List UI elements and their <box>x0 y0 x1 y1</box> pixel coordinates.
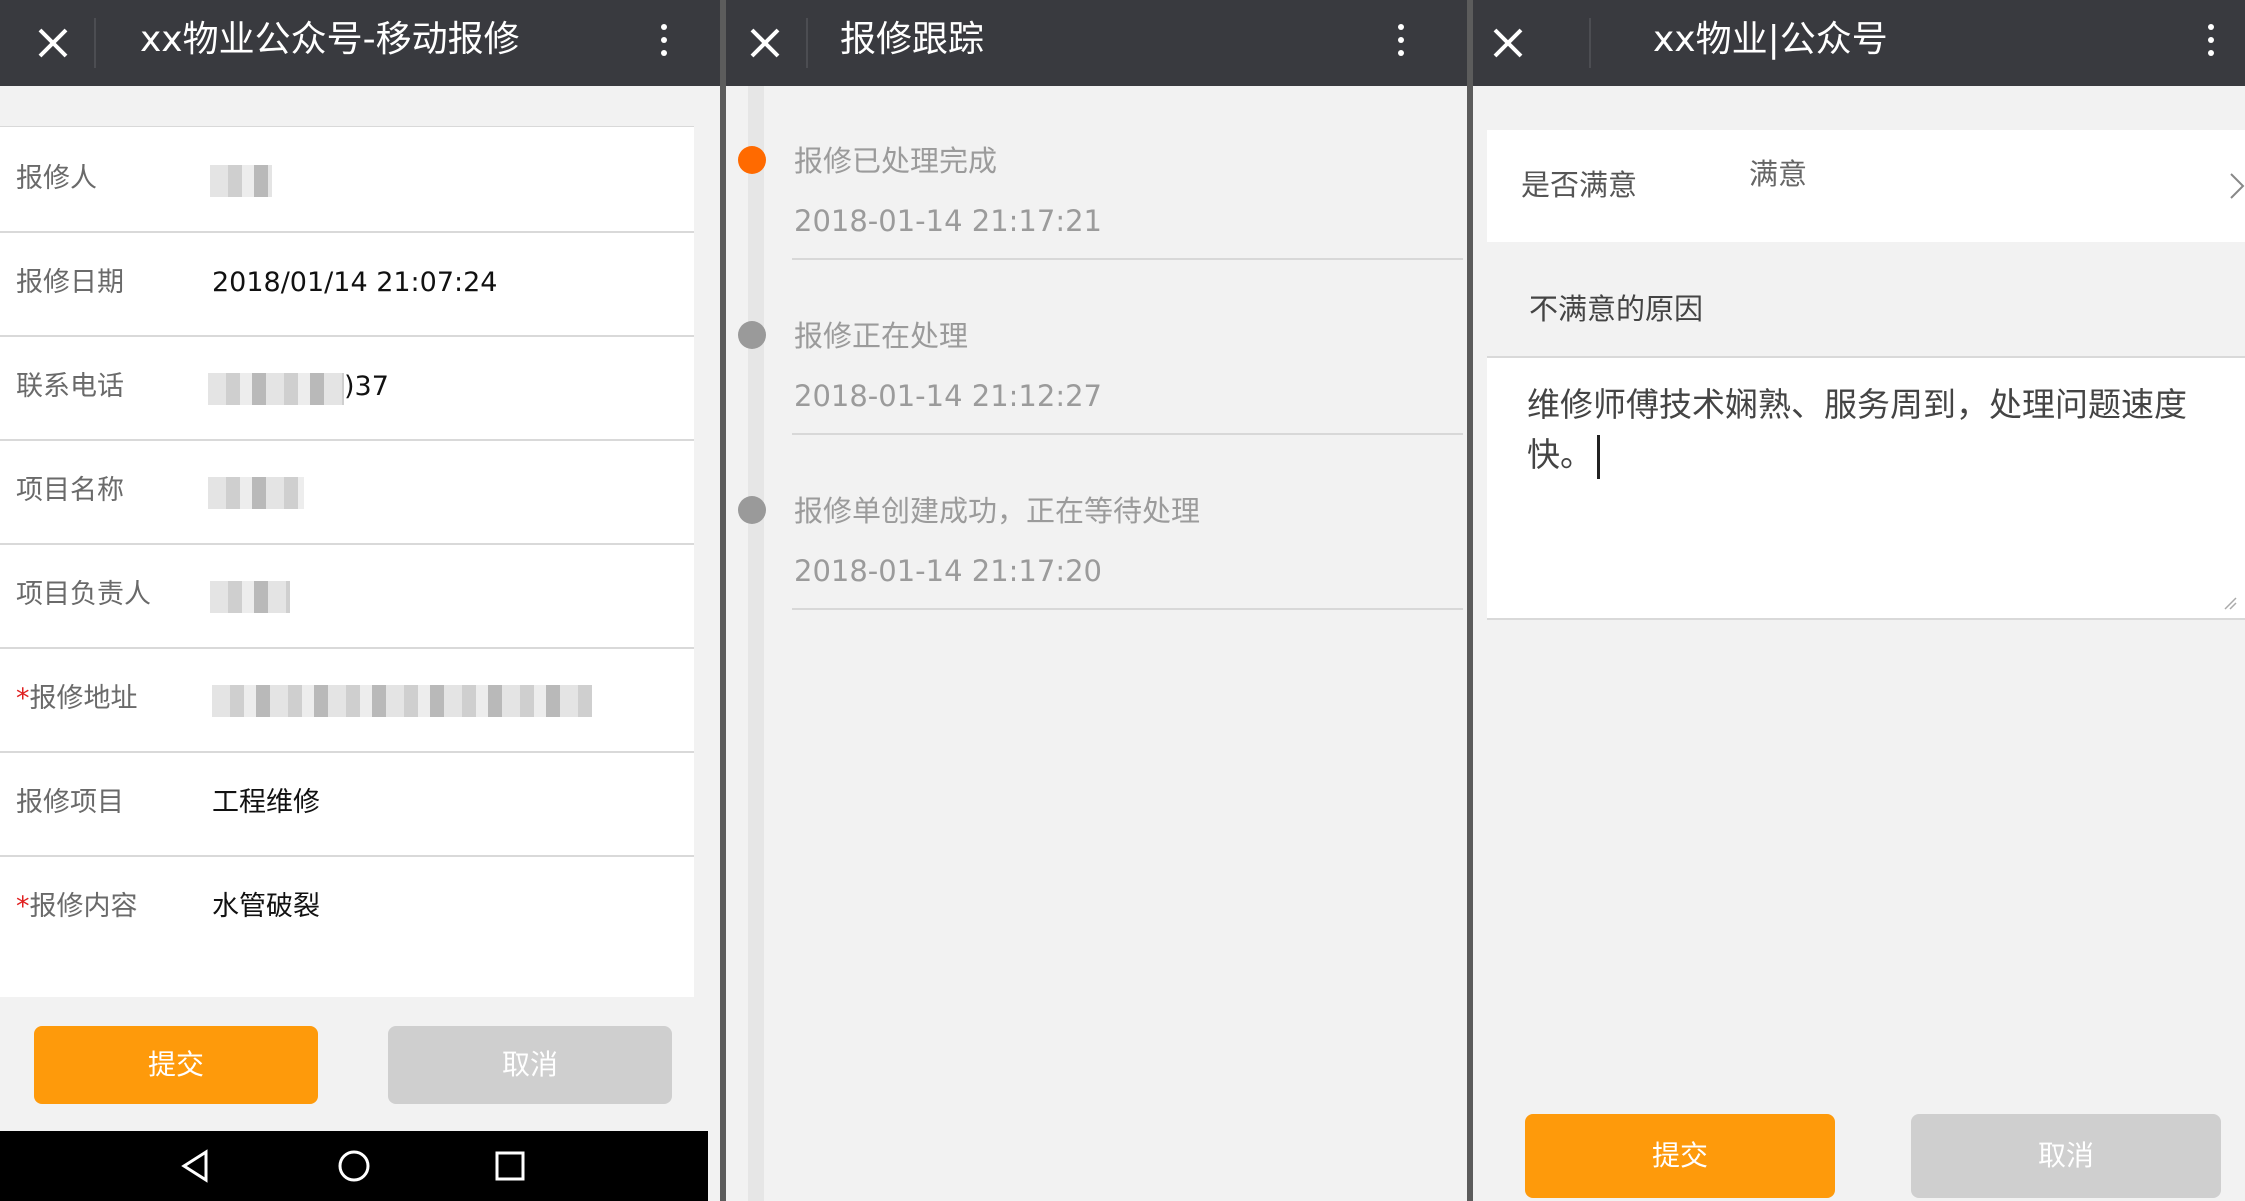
field-label: 报修项目 <box>16 787 124 818</box>
timeline-time: 2018-01-14 21:17:21 <box>794 204 1102 238</box>
field-project-name[interactable]: 项目名称 <box>0 439 694 545</box>
timeline-dot-active <box>738 146 766 174</box>
submit-button[interactable]: 提交 <box>1525 1114 1835 1198</box>
field-label: 联系电话 <box>16 371 124 402</box>
timeline-divider <box>792 433 1463 435</box>
field-label: *报修内容 <box>16 891 138 922</box>
page-title: xx物业|公众号 <box>1653 19 1888 60</box>
field-label: *报修地址 <box>16 683 138 714</box>
redacted-value <box>208 373 344 405</box>
field-label: 报修日期 <box>16 267 124 298</box>
field-label: 报修人 <box>16 163 97 194</box>
cancel-button[interactable]: 取消 <box>1911 1114 2221 1198</box>
title-separator <box>806 18 808 68</box>
redacted-value <box>212 685 592 717</box>
redacted-value <box>210 581 290 613</box>
field-value: 2018/01/14 21:07:24 <box>212 267 498 298</box>
reason-label: 不满意的原因 <box>1529 292 1704 326</box>
android-nav-bar <box>0 1131 708 1201</box>
recents-square-icon[interactable] <box>490 1146 530 1186</box>
page-title: xx物业公众号-移动报修 <box>140 19 520 60</box>
timeline-divider <box>792 258 1463 260</box>
timeline-item: 报修正在处理 2018-01-14 21:12:27 <box>726 301 1467 476</box>
field-repair-date[interactable]: 报修日期 2018/01/14 21:07:24 <box>0 231 694 337</box>
field-value: )37 <box>344 371 389 402</box>
reason-text: 维修师傅技术娴熟、服务周到，处理问题速度快。 <box>1527 380 2227 480</box>
close-icon[interactable] <box>28 18 78 68</box>
field-repair-item[interactable]: 报修项目 工程维修 <box>0 751 694 857</box>
repair-form: 报修人 报修日期 2018/01/14 21:07:24 联系电话 )37 项目… <box>0 126 694 997</box>
field-label: 项目负责人 <box>16 579 151 610</box>
close-icon[interactable] <box>1483 18 1533 68</box>
required-mark: * <box>16 891 30 922</box>
field-reporter[interactable]: 报修人 <box>0 127 694 233</box>
tracking-panel: 报修跟踪 报修已处理完成 2018-01-14 21:17:21 报修正在处理 … <box>726 0 1467 1201</box>
cancel-button[interactable]: 取消 <box>388 1026 672 1104</box>
field-project-manager[interactable]: 项目负责人 <box>0 543 694 649</box>
resize-handle-icon[interactable] <box>2223 596 2237 610</box>
timeline-divider <box>792 608 1463 610</box>
satisfaction-label: 是否满意 <box>1521 168 1638 202</box>
redacted-value <box>210 165 272 197</box>
timeline-status: 报修正在处理 <box>794 319 969 353</box>
satisfaction-value: 满意 <box>1749 157 1808 191</box>
feedback-panel: xx物业|公众号 是否满意 满意 不满意的原因 维修师傅技术娴熟、服务周到，处理… <box>1473 0 2245 1201</box>
timeline-status: 报修已处理完成 <box>794 144 998 178</box>
more-icon[interactable] <box>2203 18 2219 68</box>
field-value: 水管破裂 <box>212 891 320 922</box>
timeline-status: 报修单创建成功，正在等待处理 <box>794 494 1201 528</box>
timeline-time: 2018-01-14 21:17:20 <box>794 554 1102 588</box>
title-bar: xx物业|公众号 <box>1473 0 2245 86</box>
reason-textarea[interactable]: 维修师傅技术娴熟、服务周到，处理问题速度快。 <box>1487 356 2245 620</box>
timeline-time: 2018-01-14 21:12:27 <box>794 379 1102 413</box>
title-separator <box>94 18 96 68</box>
title-bar: xx物业公众号-移动报修 <box>0 0 720 86</box>
required-mark: * <box>16 683 30 714</box>
satisfaction-select[interactable]: 是否满意 满意 <box>1487 130 2245 242</box>
field-label: 项目名称 <box>16 475 124 506</box>
home-circle-icon[interactable] <box>334 1146 374 1186</box>
field-repair-content[interactable]: *报修内容 水管破裂 <box>0 855 694 959</box>
title-separator <box>1589 18 1591 68</box>
close-icon[interactable] <box>740 18 790 68</box>
timeline-item: 报修已处理完成 2018-01-14 21:17:21 <box>726 126 1467 301</box>
text-cursor <box>1597 434 1600 479</box>
field-address[interactable]: *报修地址 <box>0 647 694 753</box>
page-title: 报修跟踪 <box>840 19 985 60</box>
title-bar: 报修跟踪 <box>726 0 1467 86</box>
repair-form-panel: xx物业公众号-移动报修 报修人 报修日期 2018/01/14 21:07:2… <box>0 0 720 1201</box>
more-icon[interactable] <box>656 18 672 68</box>
more-icon[interactable] <box>1393 18 1409 68</box>
chevron-right-icon <box>2230 173 2245 199</box>
back-triangle-icon[interactable] <box>176 1146 216 1186</box>
field-phone[interactable]: 联系电话 )37 <box>0 335 694 441</box>
timeline-dot <box>738 321 766 349</box>
timeline-item: 报修单创建成功，正在等待处理 2018-01-14 21:17:20 <box>726 476 1467 651</box>
timeline-dot <box>738 496 766 524</box>
redacted-value <box>208 477 304 509</box>
submit-button[interactable]: 提交 <box>34 1026 318 1104</box>
field-value: 工程维修 <box>212 787 320 818</box>
